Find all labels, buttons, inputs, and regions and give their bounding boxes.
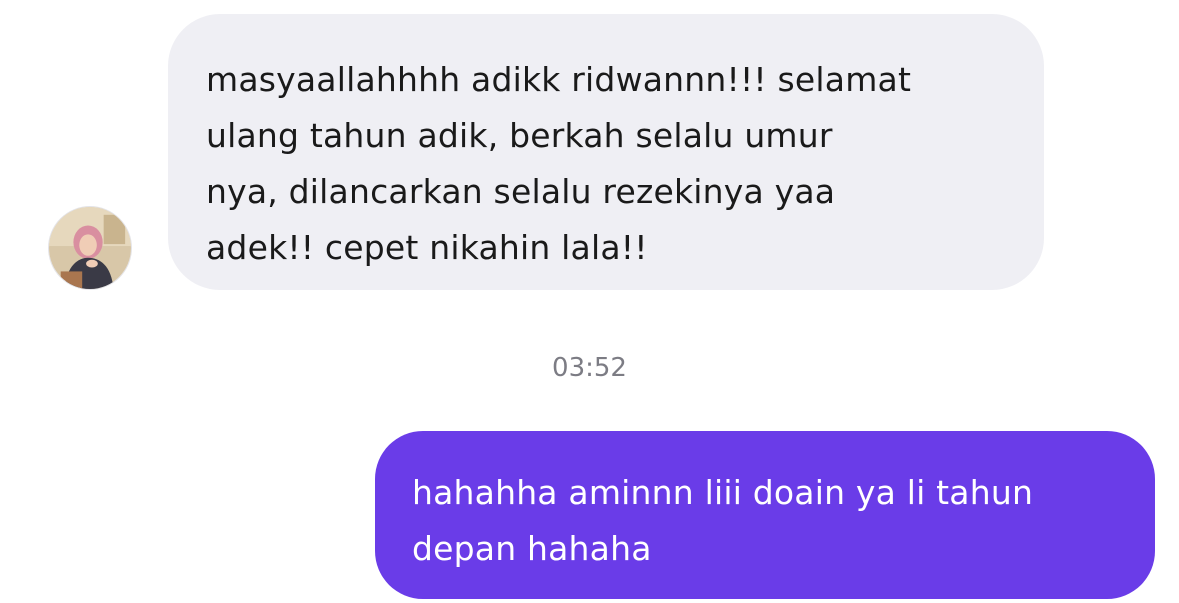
outgoing-message-bubble[interactable]: hahahha aminnn liii doain ya li tahun de… <box>375 431 1155 599</box>
message-timestamp: 03:52 <box>552 353 627 383</box>
incoming-message-line: ulang tahun adik, berkah selalu umur <box>206 116 833 155</box>
incoming-message-line: masyaallahhhh adikk ridwannn!!! selamat <box>206 60 912 99</box>
incoming-message-bubble[interactable]: masyaallahhhh adikk ridwannn!!! selamat … <box>168 14 1044 290</box>
chat-thread: masyaallahhhh adikk ridwannn!!! selamat … <box>0 0 1179 603</box>
sender-avatar[interactable] <box>48 206 132 290</box>
outgoing-message-line: depan hahaha <box>412 529 652 568</box>
incoming-message-line: adek!! cepet nikahin lala!! <box>206 228 648 267</box>
incoming-message-line: nya, dilancarkan selalu rezekinya yaa <box>206 172 836 211</box>
outgoing-message-line: hahahha aminnn liii doain ya li tahun <box>412 473 1034 512</box>
profile-photo-icon <box>49 207 131 289</box>
